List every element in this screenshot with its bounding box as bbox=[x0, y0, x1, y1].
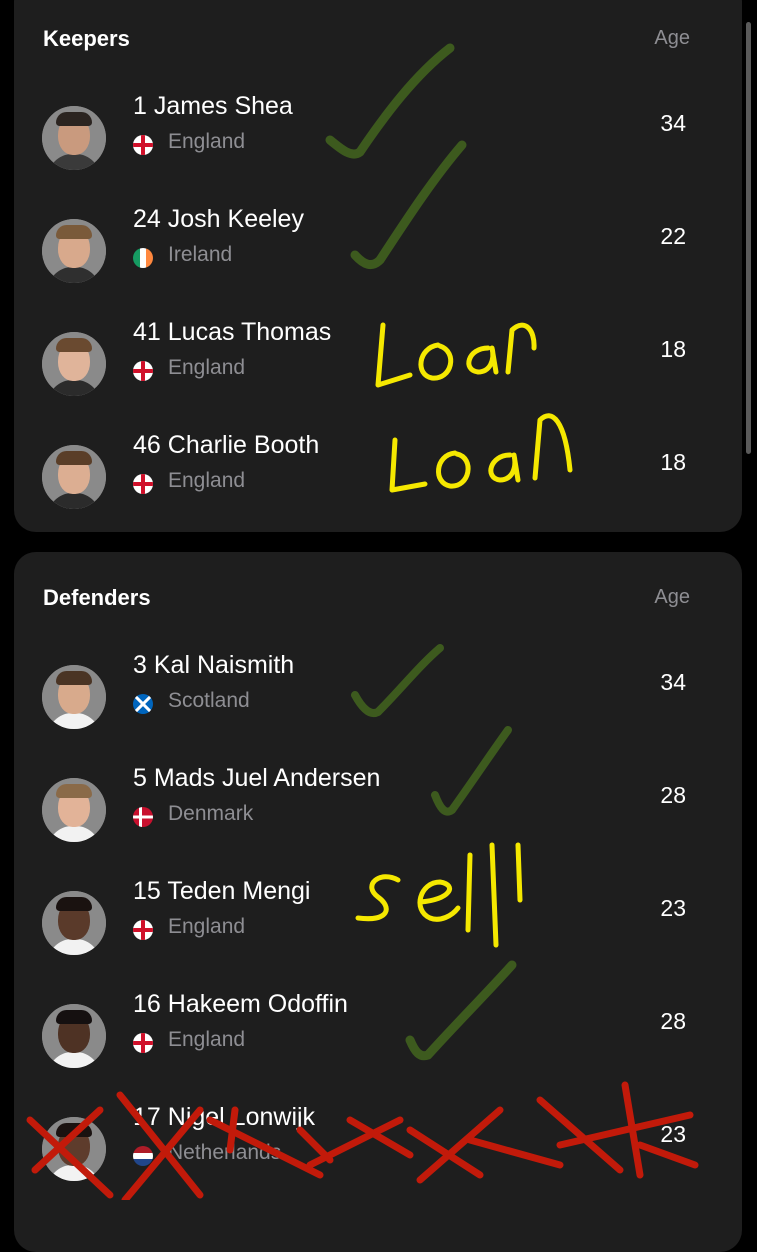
player-avatar bbox=[42, 1004, 106, 1068]
player-age: 18 bbox=[660, 336, 686, 362]
player-country: Scotland bbox=[168, 689, 250, 712]
player-age: 34 bbox=[660, 110, 686, 136]
player-name: 15 Teden Mengi bbox=[133, 877, 311, 905]
player-age: 28 bbox=[660, 782, 686, 808]
scotland-flag-icon bbox=[133, 694, 153, 714]
keepers-section: Keepers Age 1 James Shea England 34 24 J… bbox=[14, 0, 742, 532]
player-row[interactable]: 17 Nigel Lonwijk Netherlands 23 bbox=[14, 1103, 742, 1230]
player-row[interactable]: 5 Mads Juel Andersen Denmark 28 bbox=[14, 764, 742, 891]
player-age: 28 bbox=[660, 1008, 686, 1034]
player-avatar bbox=[42, 445, 106, 509]
player-country: England bbox=[168, 356, 246, 379]
player-age: 23 bbox=[660, 895, 686, 921]
section-title: Keepers bbox=[43, 26, 130, 51]
ireland-flag-icon bbox=[133, 248, 153, 268]
player-name: 17 Nigel Lonwijk bbox=[133, 1103, 316, 1131]
england-flag-icon bbox=[133, 920, 153, 940]
section-title: Defenders bbox=[43, 585, 151, 610]
player-name: 24 Josh Keeley bbox=[133, 205, 304, 233]
age-column-header: Age bbox=[654, 586, 690, 608]
player-age: 23 bbox=[660, 1121, 686, 1147]
player-avatar bbox=[42, 219, 106, 283]
player-country: England bbox=[168, 130, 246, 153]
player-country: Ireland bbox=[168, 243, 233, 266]
player-row[interactable]: 3 Kal Naismith Scotland 34 bbox=[14, 651, 742, 778]
player-age: 18 bbox=[660, 449, 686, 475]
player-name: 1 James Shea bbox=[133, 92, 293, 120]
player-row[interactable]: 1 James Shea England 34 bbox=[14, 92, 742, 219]
player-age: 34 bbox=[660, 669, 686, 695]
player-country: England bbox=[168, 915, 246, 938]
player-country: Denmark bbox=[168, 802, 254, 825]
player-avatar bbox=[42, 106, 106, 170]
player-country: England bbox=[168, 469, 246, 492]
player-name: 16 Hakeem Odoffin bbox=[133, 990, 348, 1018]
netherlands-flag-icon bbox=[133, 1146, 153, 1166]
england-flag-icon bbox=[133, 361, 153, 381]
player-name: 46 Charlie Booth bbox=[133, 431, 320, 459]
scrollbar[interactable] bbox=[746, 22, 751, 454]
age-column-header: Age bbox=[654, 27, 690, 49]
england-flag-icon bbox=[133, 1033, 153, 1053]
player-avatar bbox=[42, 665, 106, 729]
player-country: England bbox=[168, 1028, 246, 1051]
player-row[interactable]: 16 Hakeem Odoffin England 28 bbox=[14, 990, 742, 1117]
player-country: Netherlands bbox=[168, 1141, 282, 1164]
player-name: 41 Lucas Thomas bbox=[133, 318, 332, 346]
player-age: 22 bbox=[660, 223, 686, 249]
player-avatar bbox=[42, 778, 106, 842]
player-row[interactable]: 15 Teden Mengi England 23 bbox=[14, 877, 742, 1004]
defenders-section: Defenders Age 3 Kal Naismith Scotland 34… bbox=[14, 552, 742, 1252]
player-avatar bbox=[42, 332, 106, 396]
player-row[interactable]: 46 Charlie Booth England 18 bbox=[14, 431, 742, 558]
player-row[interactable]: 24 Josh Keeley Ireland 22 bbox=[14, 205, 742, 332]
player-name: 3 Kal Naismith bbox=[133, 651, 295, 679]
england-flag-icon bbox=[133, 474, 153, 494]
player-avatar bbox=[42, 891, 106, 955]
player-row[interactable]: 41 Lucas Thomas England 18 bbox=[14, 318, 742, 445]
denmark-flag-icon bbox=[133, 807, 153, 827]
player-name: 5 Mads Juel Andersen bbox=[133, 764, 381, 792]
player-avatar bbox=[42, 1117, 106, 1181]
england-flag-icon bbox=[133, 135, 153, 155]
